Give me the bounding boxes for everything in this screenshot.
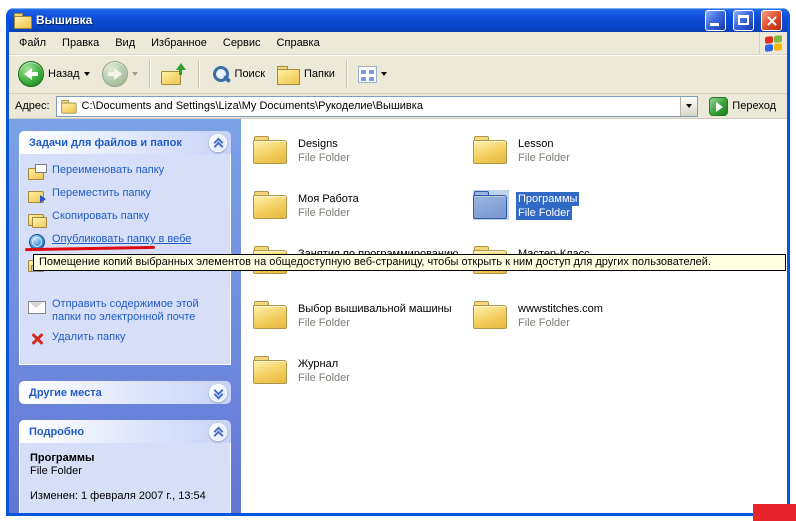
chevron-down-icon[interactable] bbox=[209, 384, 227, 402]
task-pane: Задачи для файлов и папок Переименовать … bbox=[9, 119, 241, 516]
delete-red-x-icon bbox=[28, 331, 46, 347]
rename-folder-icon bbox=[28, 164, 46, 180]
folders-button[interactable]: Папки bbox=[272, 62, 340, 87]
details-panel-body: Программы File Folder Изменен: 1 февраля… bbox=[19, 443, 231, 515]
chevron-up-icon[interactable] bbox=[209, 134, 227, 152]
up-folder-icon bbox=[161, 63, 187, 85]
details-modified: Изменен: 1 февраля 2007 г., 13:54 bbox=[30, 490, 222, 502]
email-icon bbox=[28, 298, 46, 314]
forward-button[interactable] bbox=[97, 58, 143, 90]
menu-edit[interactable]: Правка bbox=[54, 33, 107, 53]
views-icon bbox=[358, 66, 377, 83]
go-label: Переход bbox=[732, 100, 776, 112]
menu-help[interactable]: Справка bbox=[269, 33, 328, 53]
file-item-moya-rabota[interactable]: Моя Работа File Folder bbox=[253, 190, 361, 245]
views-button[interactable] bbox=[353, 63, 392, 86]
toolbar-separator bbox=[198, 60, 199, 88]
file-item-vybor-mashiny[interactable]: Выбор вышивальной машины File Folder bbox=[253, 300, 454, 355]
other-places-title: Другие места bbox=[29, 387, 102, 399]
folder-icon-selected bbox=[473, 190, 509, 220]
file-item-lesson[interactable]: Lesson File Folder bbox=[473, 135, 572, 190]
chevron-up-icon[interactable] bbox=[209, 423, 227, 441]
details-file-type: File Folder bbox=[30, 465, 222, 477]
details-panel-title: Подробно bbox=[29, 426, 84, 438]
details-panel: Подробно Программы File Folder Изменен: … bbox=[19, 420, 231, 515]
back-label: Назад bbox=[48, 68, 80, 80]
address-folder-icon bbox=[61, 100, 75, 112]
folder-icon bbox=[473, 135, 509, 165]
task-delete-folder[interactable]: Удалить папку bbox=[28, 331, 226, 347]
views-dropdown-icon bbox=[381, 72, 387, 76]
tasks-panel: Задачи для файлов и папок Переименовать … bbox=[19, 131, 231, 365]
address-bar: Адрес: C:\Documents and Settings\Liza\My… bbox=[9, 94, 787, 119]
task-copy-folder[interactable]: Скопировать папку bbox=[28, 210, 226, 226]
back-icon bbox=[18, 61, 44, 87]
file-item-zhurnal[interactable]: Журнал File Folder bbox=[253, 355, 352, 410]
menu-bar: Файл Правка Вид Избранное Сервис Справка bbox=[9, 32, 787, 55]
address-value: C:\Documents and Settings\Liza\My Docume… bbox=[82, 100, 676, 112]
file-list: Designs File Folder Lesson File Folder М… bbox=[241, 119, 787, 516]
red-marker bbox=[753, 504, 796, 521]
toolbar: Назад Поиск Папки bbox=[9, 55, 787, 94]
maximize-button[interactable] bbox=[733, 10, 754, 31]
menu-tools[interactable]: Сервис bbox=[215, 33, 269, 53]
file-item-programmy-selected[interactable]: Программы File Folder bbox=[473, 190, 579, 245]
window-folder-icon bbox=[14, 13, 31, 27]
address-label: Адрес: bbox=[15, 100, 50, 112]
folder-icon bbox=[253, 190, 289, 220]
search-label: Поиск bbox=[235, 68, 265, 80]
titlebar: Вышивка bbox=[9, 8, 787, 32]
window-title: Вышивка bbox=[36, 13, 698, 27]
task-publish-folder[interactable]: Опубликовать папку в вебе bbox=[28, 233, 226, 249]
details-panel-header[interactable]: Подробно bbox=[19, 420, 231, 443]
go-icon bbox=[709, 97, 728, 116]
task-rename-folder[interactable]: Переименовать папку bbox=[28, 164, 226, 180]
task-move-folder[interactable]: Переместить папку bbox=[28, 187, 226, 203]
back-button[interactable]: Назад bbox=[13, 58, 95, 90]
folder-icon bbox=[253, 355, 289, 385]
forward-icon bbox=[102, 61, 128, 87]
folder-icon bbox=[253, 135, 289, 165]
menu-view[interactable]: Вид bbox=[107, 33, 143, 53]
folder-icon bbox=[253, 300, 289, 330]
tooltip: Помещение копий выбранных элементов на о… bbox=[33, 254, 786, 271]
move-folder-icon bbox=[28, 187, 46, 203]
tasks-panel-title: Задачи для файлов и папок bbox=[29, 137, 182, 149]
file-item-designs[interactable]: Designs File Folder bbox=[253, 135, 352, 190]
toolbar-separator bbox=[346, 60, 347, 88]
up-button[interactable] bbox=[156, 60, 192, 88]
folders-label: Папки bbox=[304, 68, 335, 80]
folders-icon bbox=[277, 65, 300, 84]
toolbar-separator bbox=[149, 60, 150, 88]
folder-icon bbox=[473, 300, 509, 330]
tasks-panel-header[interactable]: Задачи для файлов и папок bbox=[19, 131, 231, 154]
minimize-button[interactable] bbox=[705, 10, 726, 31]
other-places-header[interactable]: Другие места bbox=[19, 381, 231, 404]
task-email-folder[interactable]: Отправить содержимое этой папки по элект… bbox=[28, 298, 226, 324]
menu-file[interactable]: Файл bbox=[11, 33, 54, 53]
search-button[interactable]: Поиск bbox=[205, 61, 270, 88]
close-button[interactable] bbox=[761, 10, 782, 31]
address-dropdown-button[interactable] bbox=[680, 97, 697, 116]
windows-logo-icon bbox=[759, 32, 787, 55]
publish-web-icon bbox=[28, 233, 46, 249]
address-input[interactable]: C:\Documents and Settings\Liza\My Docume… bbox=[56, 96, 699, 117]
content-area: Задачи для файлов и папок Переименовать … bbox=[9, 119, 787, 516]
copy-folder-icon bbox=[28, 210, 46, 226]
forward-dropdown-icon bbox=[132, 72, 138, 76]
search-icon bbox=[210, 64, 231, 85]
explorer-window: Вышивка Файл Правка Вид Избранное Сервис… bbox=[6, 8, 790, 516]
menu-favorites[interactable]: Избранное bbox=[143, 33, 215, 53]
details-file-name: Программы bbox=[30, 452, 222, 464]
back-dropdown-icon bbox=[84, 72, 90, 76]
go-button[interactable]: Переход bbox=[704, 96, 781, 117]
file-item-wwwstitches[interactable]: wwwstitches.com File Folder bbox=[473, 300, 605, 355]
other-places-panel: Другие места bbox=[19, 381, 231, 404]
